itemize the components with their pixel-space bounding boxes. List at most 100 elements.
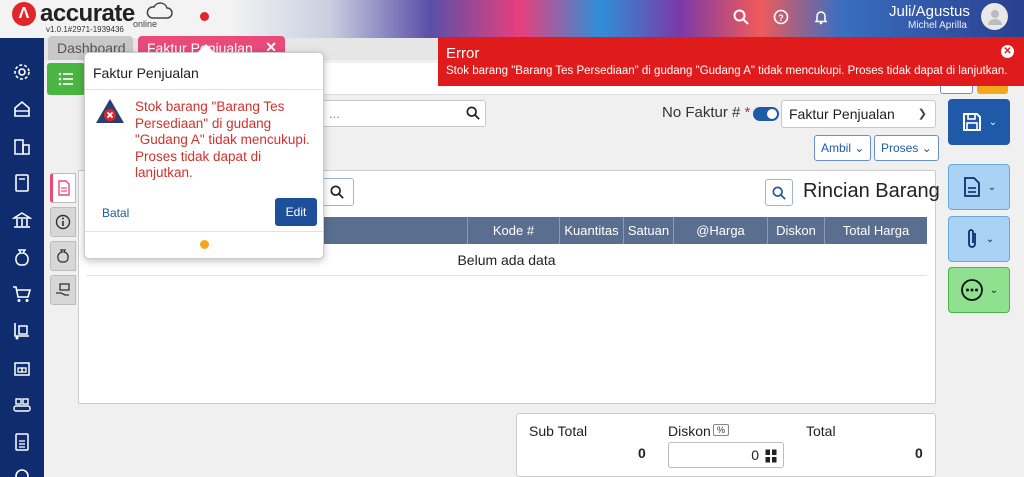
column-header[interactable]: @Harga [673,217,767,244]
diskon-label: Diskon [668,423,711,439]
attachment-button[interactable]: ⌄ [948,216,1010,262]
chevron-down-icon: ⌄ [985,233,995,245]
more-actions-button[interactable]: ⌄ [948,267,1010,313]
popup-message: Stok barang "Barang Tes Persediaan" di g… [135,99,310,180]
proses-button[interactable]: Proses ⌄ [874,135,939,161]
money-bag-icon[interactable] [11,246,33,268]
cancel-button[interactable]: Batal [102,206,129,220]
notification-dot [200,12,209,21]
list-icon [58,72,73,86]
required-mark: * [744,104,751,121]
bell-icon[interactable] [812,8,830,26]
side-tab-info[interactable] [50,207,76,237]
user-name: Michel Aprilla [908,20,967,31]
chevron-down-icon: ⌄ [921,141,932,155]
calculator-icon[interactable] [765,449,777,463]
customer-search-field[interactable]: ... [320,100,486,127]
inbox-icon[interactable] [11,98,33,120]
dolly-icon[interactable] [11,320,33,342]
tax-icon[interactable] [11,431,33,453]
settings-icon[interactable] [11,465,33,477]
search-icon[interactable] [732,8,750,26]
sidebar [0,38,44,477]
more-icon [960,279,983,301]
chevron-down-icon: ⌄ [989,284,999,296]
section-title: Rincian Barang [803,180,940,202]
rincian-search-button[interactable] [765,179,793,206]
column-header[interactable]: Kuantitas [559,217,623,244]
total-value: 0 [915,445,923,461]
avatar[interactable] [981,3,1008,30]
error-message: Stok barang "Barang Tes Persediaan" di g… [446,65,1008,77]
logo[interactable]: Λ accurate [12,2,135,26]
ambil-button[interactable]: Ambil ⌄ [814,135,872,161]
error-icon [96,99,124,123]
logo-mark-icon: Λ [12,2,36,26]
search-icon [772,185,786,200]
status-dot [200,240,209,249]
document-icon [58,180,70,196]
cloud-icon [146,2,173,19]
top-bar: Λ accurate online v1.0.1#2971-1939436 ? … [0,0,1024,38]
chevron-down-icon: ⌄ [987,181,997,193]
header-action-orange[interactable] [977,86,1008,94]
totals-footer: Sub Total 0 Diskon % 0 Total 0 [516,413,936,477]
building-icon[interactable] [11,135,33,157]
side-tab-payment[interactable] [50,275,76,305]
column-header[interactable]: Total Harga [824,217,927,244]
divider [85,231,323,232]
no-faktur-label: No Faktur # * [662,104,750,121]
gear-icon[interactable] [11,61,33,83]
sub-total-label: Sub Total [529,423,588,439]
error-banner: Error Stok barang "Barang Tes Persediaan… [438,37,1024,86]
diskon-value: 0 [751,447,759,463]
help-icon[interactable]: ? [772,8,790,26]
search-placeholder: ... [329,106,340,121]
select-value: Faktur Penjualan [789,106,895,122]
info-icon [55,214,71,230]
document-type-select[interactable]: Faktur Penjualan ❯ [781,100,936,128]
auto-number-toggle[interactable] [753,107,779,121]
popup-arrow [197,44,215,53]
diskon-input[interactable]: 0 [668,442,784,468]
chevron-down-icon: ❯ [917,108,927,120]
header-action-blue[interactable] [940,86,973,94]
list-button[interactable] [47,63,85,95]
column-header[interactable]: Diskon [767,217,824,244]
column-header[interactable]: Kode # [467,217,559,244]
error-title: Error [446,45,480,62]
bank-icon[interactable] [11,209,33,231]
diskon-percent-toggle[interactable]: % [713,424,730,436]
side-tab-document[interactable] [50,173,76,203]
save-button[interactable]: ⌄ [948,99,1010,145]
search-icon[interactable] [466,106,480,125]
side-tab-cost[interactable] [50,241,76,271]
item-search-button[interactable] [320,178,354,206]
search-icon [330,185,344,199]
total-label: Total [806,423,836,439]
money-bag-icon [57,249,69,263]
hand-money-icon [56,283,70,296]
paperclip-icon [967,229,976,248]
warehouse-icon[interactable] [11,357,33,379]
cart-icon[interactable] [11,283,33,305]
proses-label: Proses [881,141,919,155]
error-popup: Faktur Penjualan Stok barang "Barang Tes… [84,44,324,259]
conveyor-icon[interactable] [11,394,33,416]
close-icon[interactable]: ✕ [1001,45,1014,58]
svg-text:?: ? [778,13,784,23]
logo-online: online [133,19,158,29]
chevron-down-icon: ⌄ [854,141,865,155]
version-text: v1.0.1#2971-1939436 [46,25,124,34]
ambil-label: Ambil [821,141,852,155]
popup-title: Faktur Penjualan [93,65,199,81]
save-icon [962,113,981,131]
ledger-icon[interactable] [11,172,33,194]
column-header[interactable]: Satuan [623,217,673,244]
edit-button[interactable]: Edit [275,198,317,226]
print-document-button[interactable]: ⌄ [948,164,1010,210]
no-faktur-text: No Faktur # [662,104,741,121]
logo-text: accurate [40,0,135,27]
document-icon [963,177,980,197]
user-period[interactable]: Juli/Agustus [889,3,970,20]
